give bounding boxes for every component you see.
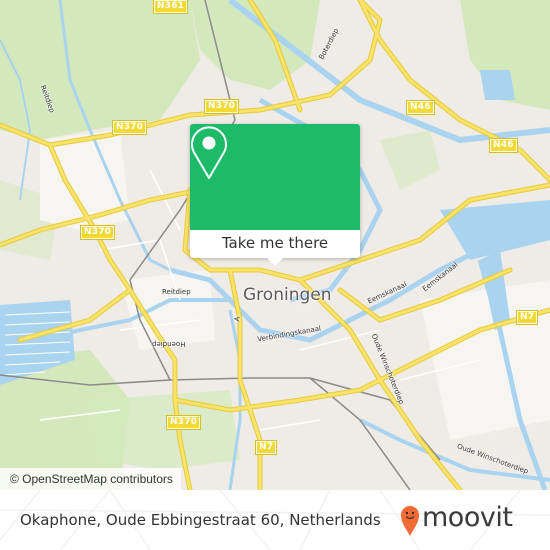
footer-bar: Okaphone, Oude Ebbingestraat 60, Netherl… — [0, 490, 550, 550]
road-shield-n7: N7 — [515, 310, 539, 325]
road-shield-n370: N370 — [111, 120, 148, 135]
location-popup[interactable]: Take me there — [190, 124, 360, 266]
road-shield-n46: N46 — [406, 100, 435, 115]
moovit-wordmark: moovit — [422, 502, 513, 533]
street-label: Reitdiep — [162, 288, 191, 296]
city-label: Groningen — [243, 285, 332, 305]
moovit-logo[interactable]: moovit — [400, 500, 540, 540]
popup-pointer — [266, 257, 284, 266]
moovit-pin-icon — [401, 506, 419, 536]
street-label: Hoendiep — [152, 340, 186, 348]
location-address: Okaphone, Oude Ebbingestraat 60, Netherl… — [20, 511, 381, 529]
road-shield-n370: N370 — [79, 225, 116, 240]
map-attribution[interactable]: © OpenStreetMap contributors — [0, 468, 181, 490]
road-shield-n46: N46 — [489, 138, 518, 153]
take-me-there-button[interactable]: Take me there — [190, 230, 360, 258]
road-shield-n370: N370 — [165, 415, 202, 430]
road-shield-n361: N361 — [152, 0, 189, 14]
map-canvas[interactable]: N361 N370 N370 N370 N370 N46 N46 N7 N7 R… — [0, 0, 550, 490]
popup-header — [190, 124, 360, 230]
road-shield-n7: N7 — [254, 440, 278, 455]
road-shield-n370: N370 — [203, 99, 240, 114]
map-pin-icon — [191, 126, 227, 179]
